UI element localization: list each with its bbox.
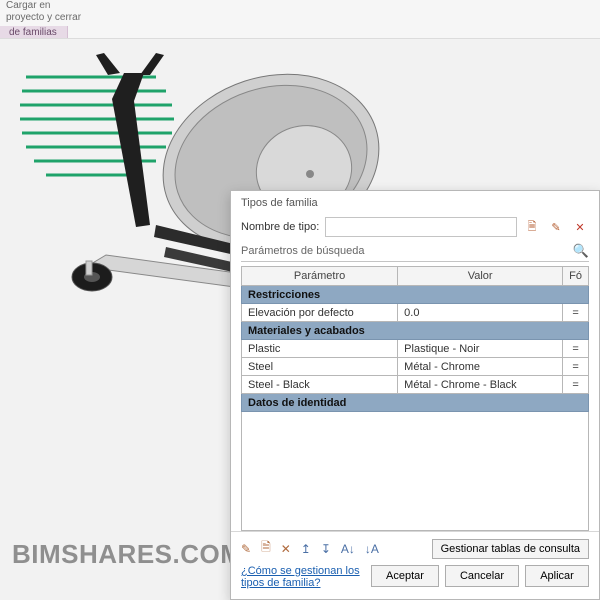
- table-row: Elevación por defecto 0.0 =: [242, 304, 589, 322]
- table-row: Steel - Black Métal - Chrome - Black =: [242, 376, 589, 394]
- param-name[interactable]: Steel: [242, 358, 398, 376]
- type-name-label: Nombre de tipo:: [241, 221, 319, 233]
- dialog-title: Tipos de familia: [231, 191, 599, 213]
- cancel-button[interactable]: Cancelar: [445, 565, 519, 587]
- move-up-icon[interactable]: ↥: [301, 542, 311, 556]
- table-row: Plastic Plastique - Noir =: [242, 340, 589, 358]
- col-value[interactable]: Valor: [398, 267, 563, 286]
- new-type-icon[interactable]: 🗎: [523, 218, 541, 236]
- group-materials[interactable]: Materiales y acabados: [242, 322, 589, 340]
- apply-button[interactable]: Aplicar: [525, 565, 589, 587]
- param-value[interactable]: Plastique - Noir: [398, 340, 563, 358]
- param-formula[interactable]: =: [563, 358, 589, 376]
- param-formula[interactable]: =: [563, 340, 589, 358]
- col-formula[interactable]: Fó: [563, 267, 589, 286]
- param-name[interactable]: Elevación por defecto: [242, 304, 398, 322]
- family-types-dialog: Tipos de familia Nombre de tipo: 🗎 ✎ ✕ P…: [230, 190, 600, 600]
- ribbon-fragment: Cargar en proyecto y cerrar de familias: [0, 0, 87, 41]
- param-value[interactable]: Métal - Chrome: [398, 358, 563, 376]
- delete-type-icon[interactable]: ✕: [571, 218, 589, 236]
- type-name-input[interactable]: [325, 217, 517, 237]
- param-formula[interactable]: =: [563, 304, 589, 322]
- edit-param-icon[interactable]: ✎: [241, 542, 251, 556]
- group-identity[interactable]: Datos de identidad: [242, 394, 589, 412]
- delete-param-icon[interactable]: ✕: [281, 542, 291, 556]
- move-down-icon[interactable]: ↧: [321, 542, 331, 556]
- help-link[interactable]: ¿Cómo se gestionan los tipos de familia?: [241, 565, 363, 589]
- param-name[interactable]: Steel - Black: [242, 376, 398, 394]
- sort-asc-icon[interactable]: A↓: [341, 542, 355, 556]
- watermark-text: BIMSHARES.COM: [12, 539, 242, 570]
- table-empty-area: [241, 412, 589, 531]
- table-row: Steel Métal - Chrome =: [242, 358, 589, 376]
- param-value[interactable]: Métal - Chrome - Black: [398, 376, 563, 394]
- group-restrictions[interactable]: Restricciones: [242, 286, 589, 304]
- param-value[interactable]: 0.0: [398, 304, 563, 322]
- search-params-label[interactable]: Parámetros de búsqueda: [241, 245, 365, 257]
- col-parameter[interactable]: Parámetro: [242, 267, 398, 286]
- load-project-close-label[interactable]: Cargar en proyecto y cerrar: [0, 0, 87, 26]
- search-icon[interactable]: 🔍: [573, 243, 589, 259]
- sort-desc-icon[interactable]: ↓A: [365, 542, 379, 556]
- param-formula[interactable]: =: [563, 376, 589, 394]
- manage-lookup-tables-button[interactable]: Gestionar tablas de consulta: [432, 539, 589, 559]
- param-name[interactable]: Plastic: [242, 340, 398, 358]
- ok-button[interactable]: Aceptar: [371, 565, 439, 587]
- new-param-icon[interactable]: 🗎: [261, 538, 271, 559]
- parameters-table[interactable]: Parámetro Valor Fó Restricciones Elevaci…: [241, 266, 589, 412]
- rename-type-icon[interactable]: ✎: [547, 218, 565, 236]
